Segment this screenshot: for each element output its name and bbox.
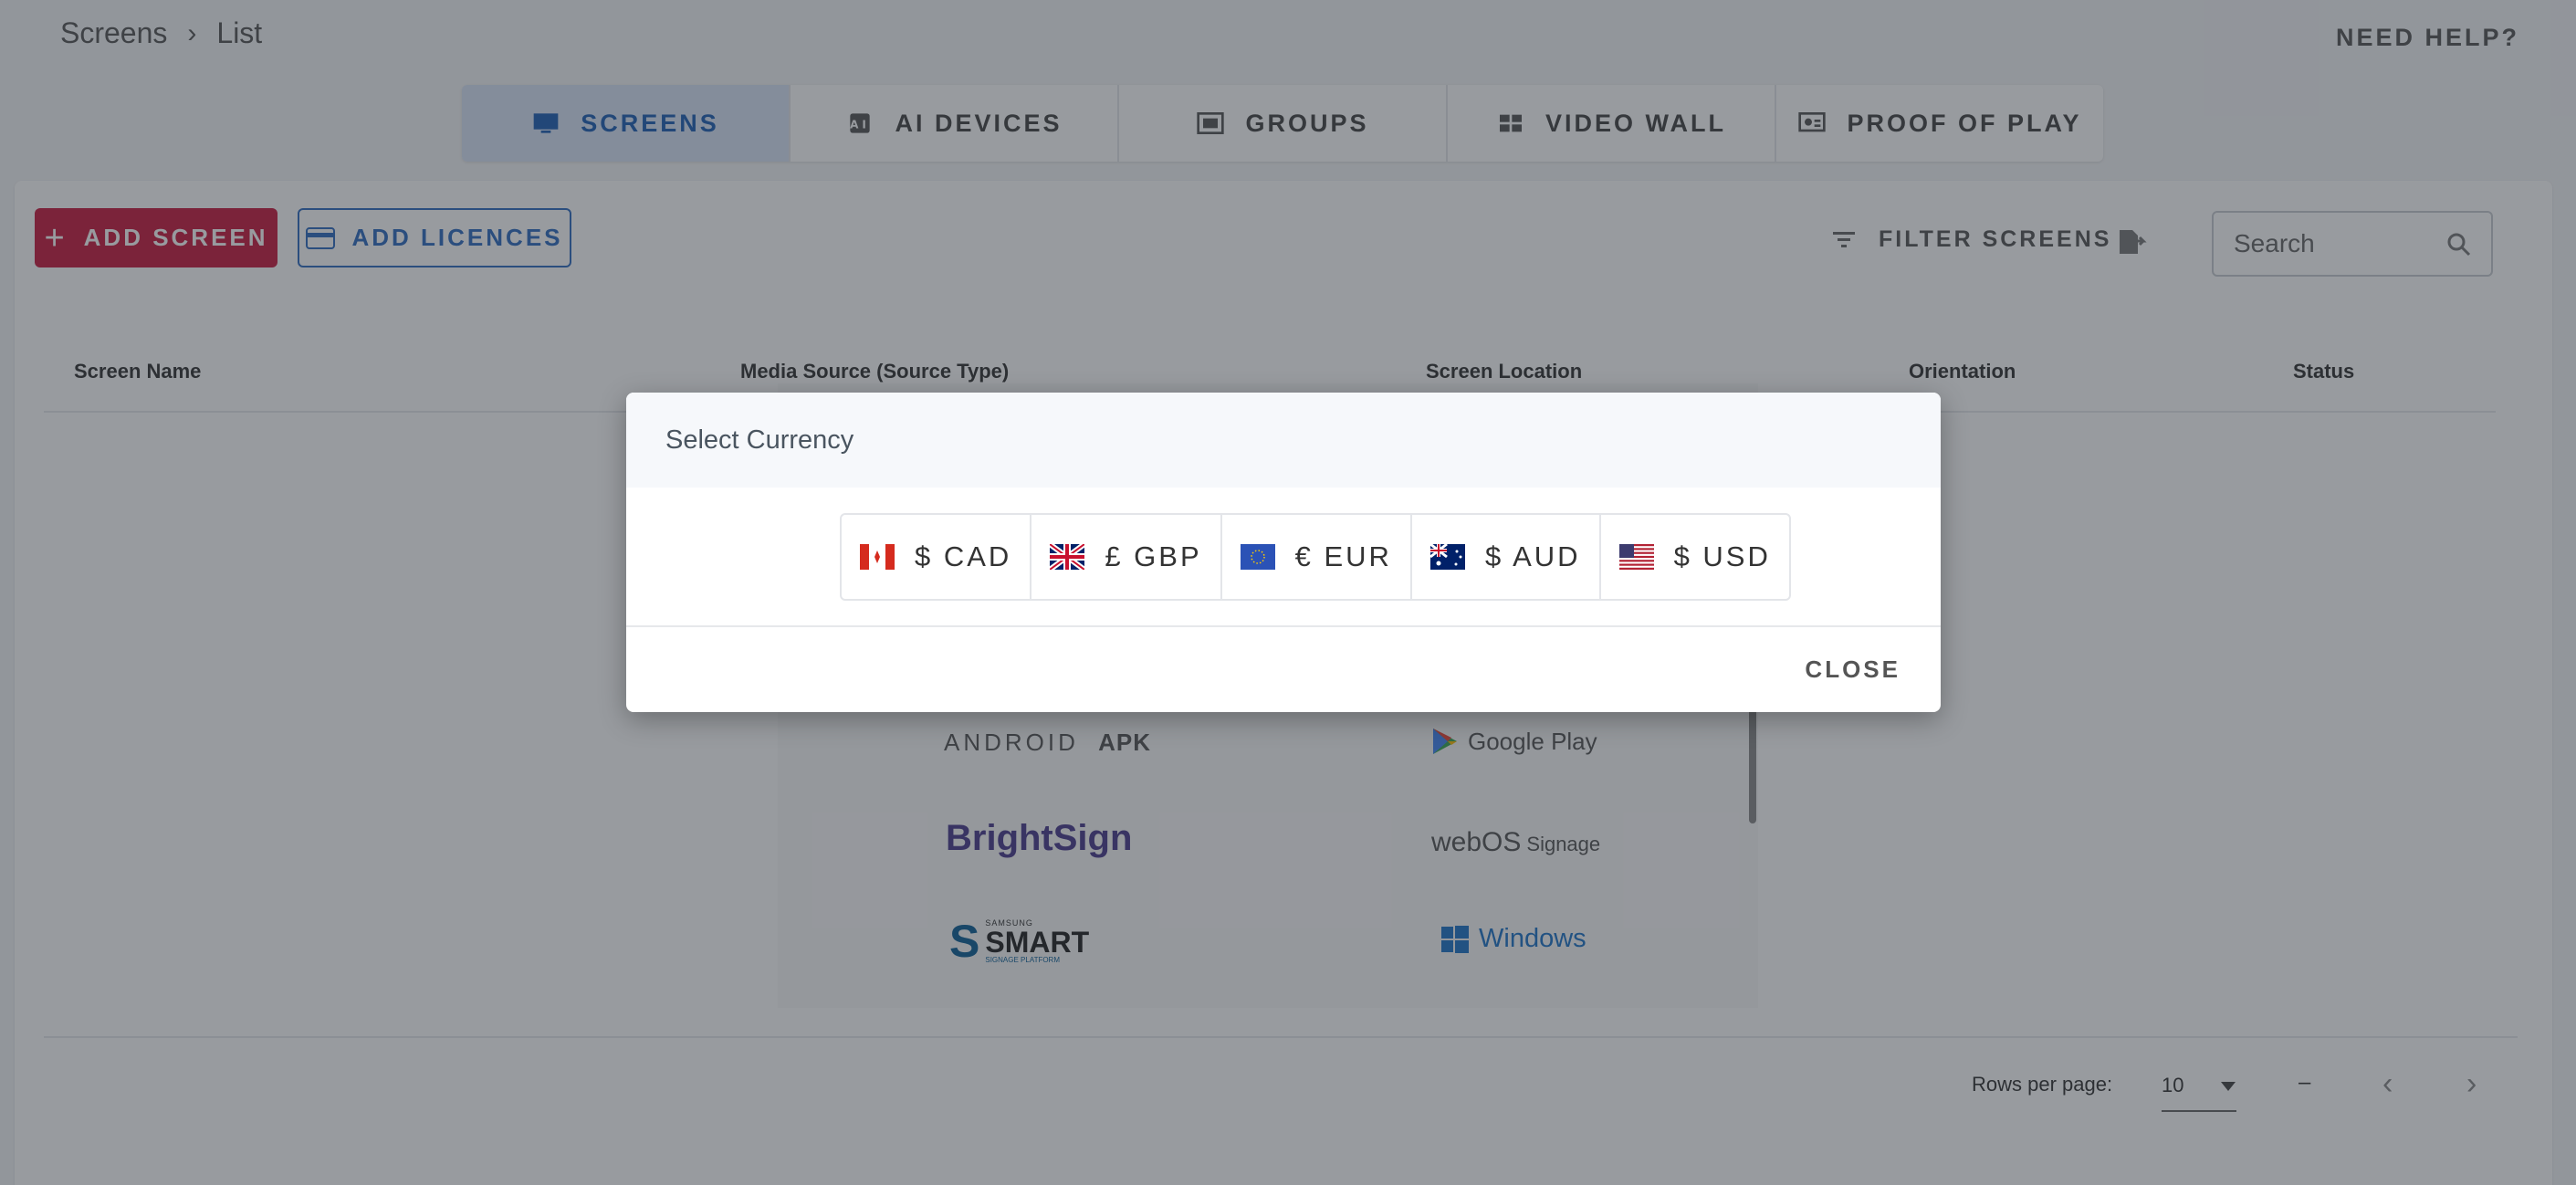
- close-button[interactable]: CLOSE: [1805, 655, 1901, 684]
- dialog-title: Select Currency: [626, 393, 1941, 488]
- dialog-divider: [626, 625, 1941, 627]
- currency-label: $ USD: [1673, 540, 1771, 572]
- usa-flag-icon: [1618, 544, 1654, 570]
- currency-label: € EUR: [1294, 540, 1392, 572]
- uk-flag-icon: [1050, 544, 1085, 570]
- currency-label: $ AUD: [1484, 540, 1581, 572]
- currency-label: $ CAD: [915, 540, 1012, 572]
- currency-button-group: $ CAD £ GBP € EUR $ AUD $ USD: [840, 513, 1791, 601]
- currency-usd-button[interactable]: $ USD: [1601, 515, 1789, 599]
- currency-eur-button[interactable]: € EUR: [1222, 515, 1412, 599]
- australia-flag-icon: [1429, 544, 1465, 570]
- currency-label: £ GBP: [1105, 540, 1202, 572]
- eu-flag-icon: [1240, 544, 1275, 570]
- canada-flag-icon: [860, 544, 895, 570]
- currency-cad-button[interactable]: $ CAD: [842, 515, 1032, 599]
- currency-aud-button[interactable]: $ AUD: [1412, 515, 1601, 599]
- select-currency-dialog: Select Currency $ CAD £ GBP € EUR $ AUD …: [626, 393, 1941, 712]
- currency-gbp-button[interactable]: £ GBP: [1031, 515, 1222, 599]
